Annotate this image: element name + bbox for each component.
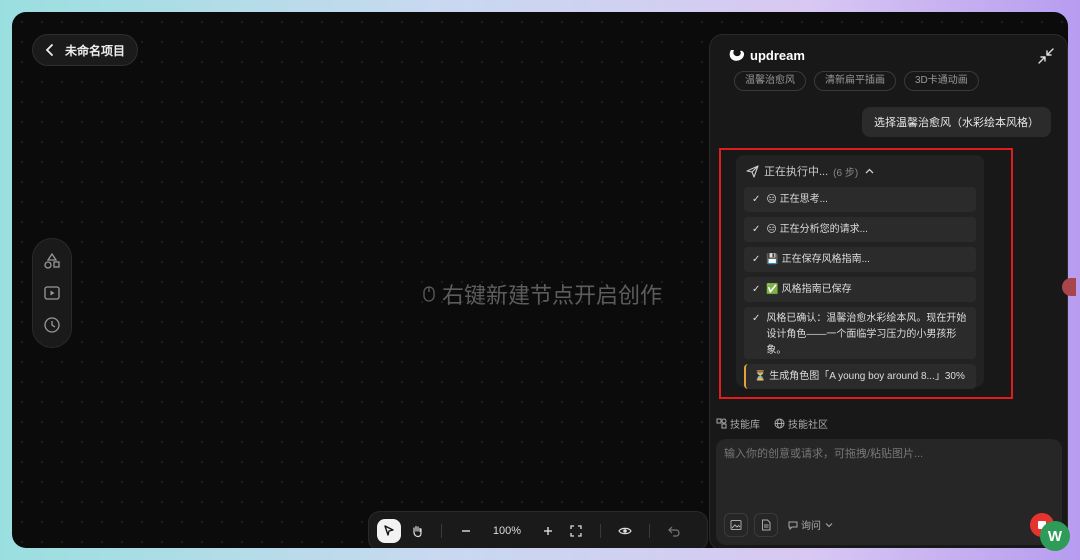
step-item: ✓ 💾 正在保存风格指南...	[744, 247, 976, 272]
fit-screen-icon	[570, 525, 582, 537]
progress-step: ⏳ 生成角色图「A young boy around 8...」30%	[744, 364, 976, 389]
mode-select[interactable]: 询问	[788, 517, 834, 532]
skills-library-link[interactable]: 技能库	[716, 416, 760, 431]
check-icon: ✓	[752, 284, 761, 295]
bottom-toolbar: 100%	[368, 511, 708, 548]
mouse-icon	[423, 286, 435, 302]
clock-icon	[44, 317, 60, 333]
watermark-badge: W	[1040, 521, 1070, 551]
video-icon	[44, 286, 60, 300]
progress-text: ⏳ 生成角色图「A young boy around 8...」30%	[754, 371, 965, 382]
project-title: 未命名项目	[65, 43, 126, 58]
eye-icon	[618, 527, 632, 535]
chat-input[interactable]	[724, 445, 1054, 505]
history-tool[interactable]	[41, 314, 63, 336]
collapse-icon[interactable]	[1037, 47, 1055, 65]
check-icon: ✓	[752, 254, 761, 265]
zoom-out-button[interactable]	[454, 519, 478, 543]
style-chip[interactable]: 3D卡通动画	[904, 71, 979, 91]
step-text: 💾 正在保存风格指南...	[766, 254, 870, 265]
step-text: 😑 正在思考...	[766, 194, 828, 205]
skills-community-link[interactable]: 技能社区	[774, 416, 828, 431]
select-tool-button[interactable]	[377, 519, 401, 543]
hand-tool-button[interactable]	[405, 519, 429, 543]
skills-library-label: 技能库	[730, 420, 760, 431]
send-icon	[746, 164, 759, 178]
check-icon: ✓	[752, 194, 761, 205]
undo-button[interactable]	[662, 519, 686, 543]
step-text: 风格已确认：温馨治愈水彩绘本风。现在开始设计角色——一个面临学习压力的小男孩形象…	[766, 313, 967, 356]
user-message: 选择温馨治愈风（水彩绘本风格）	[862, 107, 1051, 137]
globe-icon	[774, 418, 785, 429]
updream-logo-icon	[729, 50, 745, 61]
upload-image-button[interactable]	[724, 513, 748, 537]
cursor-icon	[384, 525, 394, 536]
style-chip[interactable]: 温馨治愈风	[734, 71, 806, 91]
chevron-up-icon	[865, 168, 874, 173]
media-tool[interactable]	[41, 282, 63, 304]
divider	[649, 524, 650, 538]
step-item: ✓ ✅ 风格指南已保存	[744, 277, 976, 302]
undo-icon	[668, 526, 680, 537]
divider	[441, 524, 442, 538]
zoom-in-button[interactable]	[536, 519, 560, 543]
step-item: ✓ 风格已确认：温馨治愈水彩绘本风。现在开始设计角色——一个面临学习压力的小男孩…	[744, 307, 976, 359]
execution-card: 正在执行中... (6 步) ✓ 😑 正在思考... ✓ 😑 正在分析您的请求.…	[736, 155, 984, 389]
chat-input-box: 询问	[716, 439, 1062, 545]
check-icon: ✓	[752, 313, 761, 324]
brand-name: updream	[750, 47, 805, 63]
preview-button[interactable]	[613, 519, 637, 543]
canvas-hint-text: 右键新建节点开启创作	[442, 283, 663, 308]
document-icon	[762, 519, 771, 531]
step-text: 😑 正在分析您的请求...	[766, 224, 868, 235]
style-chips: 温馨治愈风 清新扁平插画 3D卡通动画	[734, 71, 979, 91]
shapes-tool[interactable]	[41, 250, 63, 272]
check-icon: ✓	[752, 224, 761, 235]
canvas-window[interactable]: 未命名项目 右键新建节点开启创作 100% updream 温馨治愈风 清新扁平…	[12, 12, 1068, 548]
plus-icon	[544, 527, 552, 535]
execution-title: 正在执行中...	[764, 166, 829, 178]
side-handle[interactable]	[1062, 278, 1076, 296]
puzzle-icon	[716, 418, 727, 429]
fit-screen-button[interactable]	[564, 519, 588, 543]
chevron-left-icon	[45, 44, 53, 56]
back-button[interactable]: 未命名项目	[32, 34, 139, 66]
step-count: (6 步)	[833, 167, 859, 179]
attach-document-button[interactable]	[754, 513, 778, 537]
left-toolbar	[32, 238, 72, 348]
canvas-hint: 右键新建节点开启创作	[422, 278, 662, 310]
divider	[600, 524, 601, 538]
assistant-panel: updream 温馨治愈风 清新扁平插画 3D卡通动画 选择温馨治愈风（水彩绘本…	[709, 34, 1068, 548]
minus-icon	[462, 530, 470, 532]
image-icon	[730, 520, 742, 530]
zoom-level: 100%	[492, 525, 522, 537]
shapes-icon	[44, 252, 60, 269]
mode-label: 询问	[801, 521, 821, 532]
hand-icon	[413, 525, 422, 538]
step-item: ✓ 😑 正在分析您的请求...	[744, 217, 976, 242]
chevron-down-icon	[825, 522, 833, 527]
skills-community-label: 技能社区	[788, 420, 828, 431]
step-item: ✓ 😑 正在思考...	[744, 187, 976, 212]
style-chip[interactable]: 清新扁平插画	[814, 71, 896, 91]
execution-header[interactable]: 正在执行中... (6 步)	[744, 163, 976, 179]
skills-links: 技能库 技能社区	[716, 416, 828, 431]
panel-brand: updream	[728, 47, 805, 63]
chat-bubble-icon	[788, 521, 798, 530]
step-text: ✅ 风格指南已保存	[766, 284, 852, 295]
